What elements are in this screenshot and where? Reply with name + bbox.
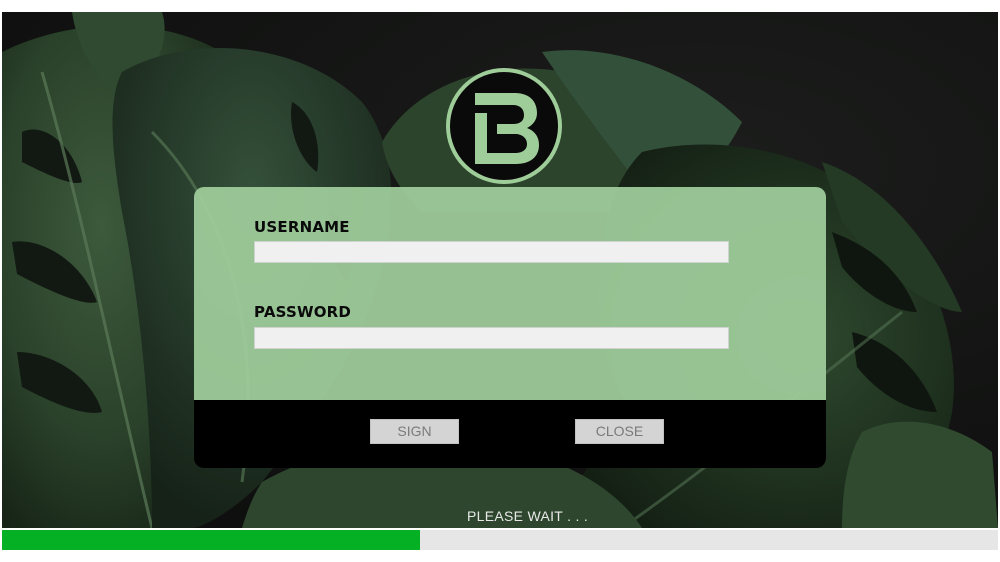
sign-button[interactable]: SIGN (370, 419, 459, 444)
progress-bar (2, 530, 998, 550)
progress-bar-fill (2, 530, 421, 550)
button-bar (194, 400, 826, 468)
letter-b-logo-icon (446, 68, 562, 184)
login-form-panel: USERNAME PASSWORD (194, 187, 826, 400)
password-label: PASSWORD (254, 303, 352, 321)
login-card: USERNAME PASSWORD SIGN CLOSE (194, 187, 826, 468)
status-text: PLEASE WAIT . . . (467, 508, 589, 524)
close-button[interactable]: CLOSE (575, 419, 664, 444)
password-input[interactable] (254, 327, 729, 349)
username-label: USERNAME (254, 218, 350, 236)
username-input[interactable] (254, 241, 729, 263)
login-window: USERNAME PASSWORD SIGN CLOSE PLEASE WAIT… (0, 0, 1000, 562)
